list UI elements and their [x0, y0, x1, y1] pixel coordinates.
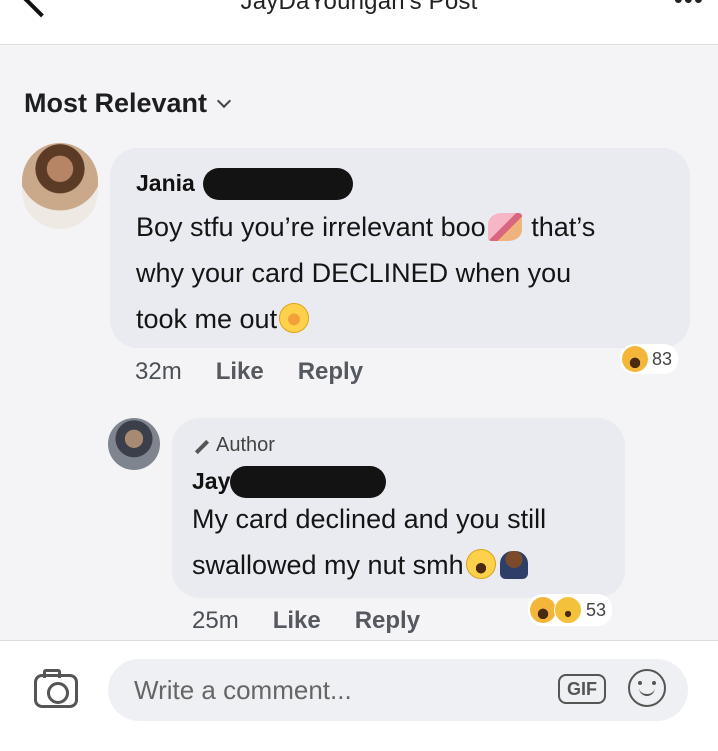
more-dots-icon[interactable]: •••	[674, 0, 704, 15]
flushed-emoji-icon	[279, 303, 310, 333]
comment-text: My card declined and you still swallowed…	[192, 496, 612, 588]
reaction-summary[interactable]: 83	[620, 344, 679, 374]
author-badge: Author	[192, 434, 275, 457]
comment-actions: 25m Like Reply	[192, 607, 420, 635]
sort-label: Most Relevant	[24, 88, 208, 118]
comment-actions: 32m Like Reply	[135, 358, 363, 386]
like-button[interactable]: Like	[273, 607, 321, 635]
chevron-down-icon	[216, 93, 232, 108]
redacted-name-bar	[230, 466, 386, 498]
comment-text-part: that’s	[523, 212, 596, 242]
comment-bubble: Author Jay My card declined and you stil…	[172, 418, 625, 598]
emoji-icon[interactable]	[628, 669, 666, 707]
haha-reaction-icon	[530, 597, 556, 623]
reaction-summary[interactable]: 53	[528, 594, 613, 626]
comment-text-part: took me out	[136, 304, 278, 334]
comment-time: 32m	[135, 358, 182, 385]
gif-button[interactable]: GIF	[558, 674, 606, 704]
wow-reaction-icon	[554, 596, 582, 624]
reaction-count: 83	[652, 348, 673, 369]
reply-button[interactable]: Reply	[298, 358, 363, 386]
comment-text-part: swallowed my nut smh	[192, 550, 464, 580]
shrug-emoji-icon	[499, 551, 528, 579]
comment-text-part: My card declined and you still	[192, 504, 547, 534]
avatar[interactable]	[22, 143, 98, 229]
avatar[interactable]	[108, 418, 160, 470]
sort-dropdown[interactable]: Most Relevant	[24, 88, 232, 119]
comment-bubble: Jania Boy stfu you’re irrelevant boo tha…	[110, 148, 690, 348]
top-bar: JayDaYoungan's Post •••	[0, 0, 718, 45]
comment-text: Boy stfu you’re irrelevant boo that’s wh…	[136, 204, 676, 342]
comment-text-part: why your card DECLINED when you	[136, 258, 572, 288]
redacted-name-bar	[203, 168, 353, 200]
camera-icon[interactable]	[34, 669, 78, 708]
like-button[interactable]: Like	[216, 358, 264, 386]
comment-composer: GIF	[0, 640, 718, 751]
commenter-name[interactable]: Jay	[192, 468, 230, 495]
nail-polish-emoji-icon	[487, 213, 522, 241]
reaction-count: 53	[586, 599, 607, 620]
haha-reaction-icon	[622, 346, 648, 372]
reply-button[interactable]: Reply	[355, 607, 420, 635]
comment-text-part: Boy stfu you’re irrelevant boo	[136, 212, 486, 242]
comment-time: 25m	[192, 607, 239, 634]
commenter-name[interactable]: Jania	[136, 170, 195, 197]
post-title: JayDaYoungan's Post	[240, 0, 478, 15]
laughing-emoji-icon	[465, 549, 496, 579]
pencil-icon	[192, 438, 208, 454]
author-badge-label: Author	[216, 434, 275, 456]
